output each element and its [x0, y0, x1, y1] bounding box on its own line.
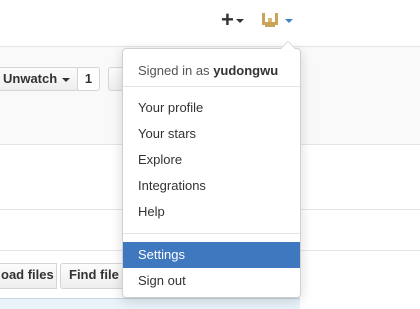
signed-in-prefix: Signed in as [138, 63, 210, 78]
user-menu-button[interactable] [259, 9, 295, 33]
top-header: + [0, 0, 420, 47]
menu-divider [123, 86, 300, 87]
avatar-icon [260, 10, 280, 30]
menu-item-integrations[interactable]: Integrations [123, 173, 300, 199]
menu-item-help[interactable]: Help [123, 199, 300, 225]
find-file-button[interactable]: Find file [60, 263, 126, 289]
menu-item-sign-out[interactable]: Sign out [123, 268, 300, 294]
caret-down-icon [62, 77, 71, 82]
dropdown-arrow-inner [281, 42, 295, 49]
menu-item-explore[interactable]: Explore [123, 147, 300, 173]
create-new-button[interactable]: + [219, 7, 245, 32]
unwatch-button[interactable]: Unwatch [0, 67, 78, 91]
unwatch-label: Unwatch [3, 71, 58, 86]
menu-item-your-profile[interactable]: Your profile [123, 95, 300, 121]
menu-divider [123, 233, 300, 234]
watch-count[interactable]: 1 [77, 67, 100, 91]
caret-down-icon [285, 19, 293, 23]
caret-down-icon [236, 19, 244, 23]
signed-in-header: Signed in as yudongwu [138, 63, 278, 78]
user-dropdown-menu: Signed in as yudongwu Your profile Your … [122, 41, 301, 298]
upload-files-button[interactable]: oad files [0, 263, 57, 289]
menu-item-settings[interactable]: Settings [123, 242, 300, 268]
plus-icon: + [221, 7, 234, 32]
menu-item-your-stars[interactable]: Your stars [123, 121, 300, 147]
username: yudongwu [213, 63, 279, 78]
commit-tease-bar [0, 298, 300, 309]
